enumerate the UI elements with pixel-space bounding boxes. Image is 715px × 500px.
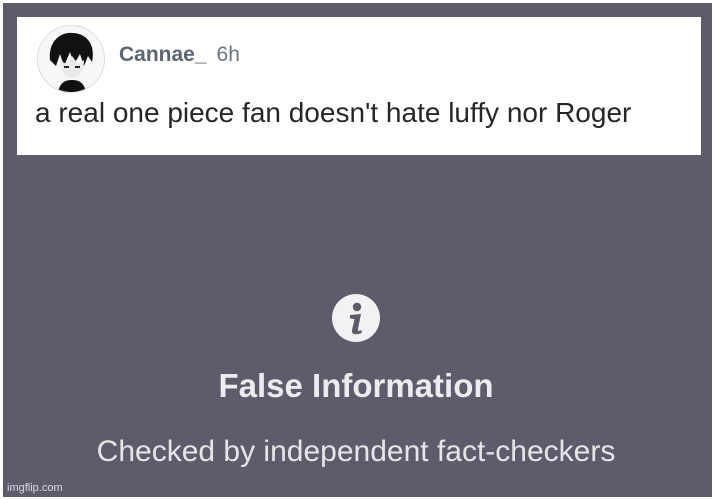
false-information-overlay: False Information Checked by independent…	[3, 155, 712, 497]
timestamp: 6h	[216, 43, 240, 66]
avatar[interactable]	[37, 25, 105, 93]
comment-text: a real one piece fan doesn't hate luffy …	[35, 97, 632, 128]
watermark: imgflip.com	[7, 482, 63, 494]
username[interactable]: Cannae_	[119, 43, 207, 67]
info-icon	[332, 294, 380, 342]
warning-title: False Information	[218, 367, 494, 404]
comment-header: Cannae_ 6h	[119, 43, 240, 73]
comment-card: Cannae_ 6h a real one piece fan doesn't …	[17, 17, 701, 155]
avatar-image	[38, 26, 104, 92]
screenshot-frame: Cannae_ 6h a real one piece fan doesn't …	[0, 0, 715, 500]
warning-subtitle: Checked by independent fact-checkers	[96, 435, 616, 468]
